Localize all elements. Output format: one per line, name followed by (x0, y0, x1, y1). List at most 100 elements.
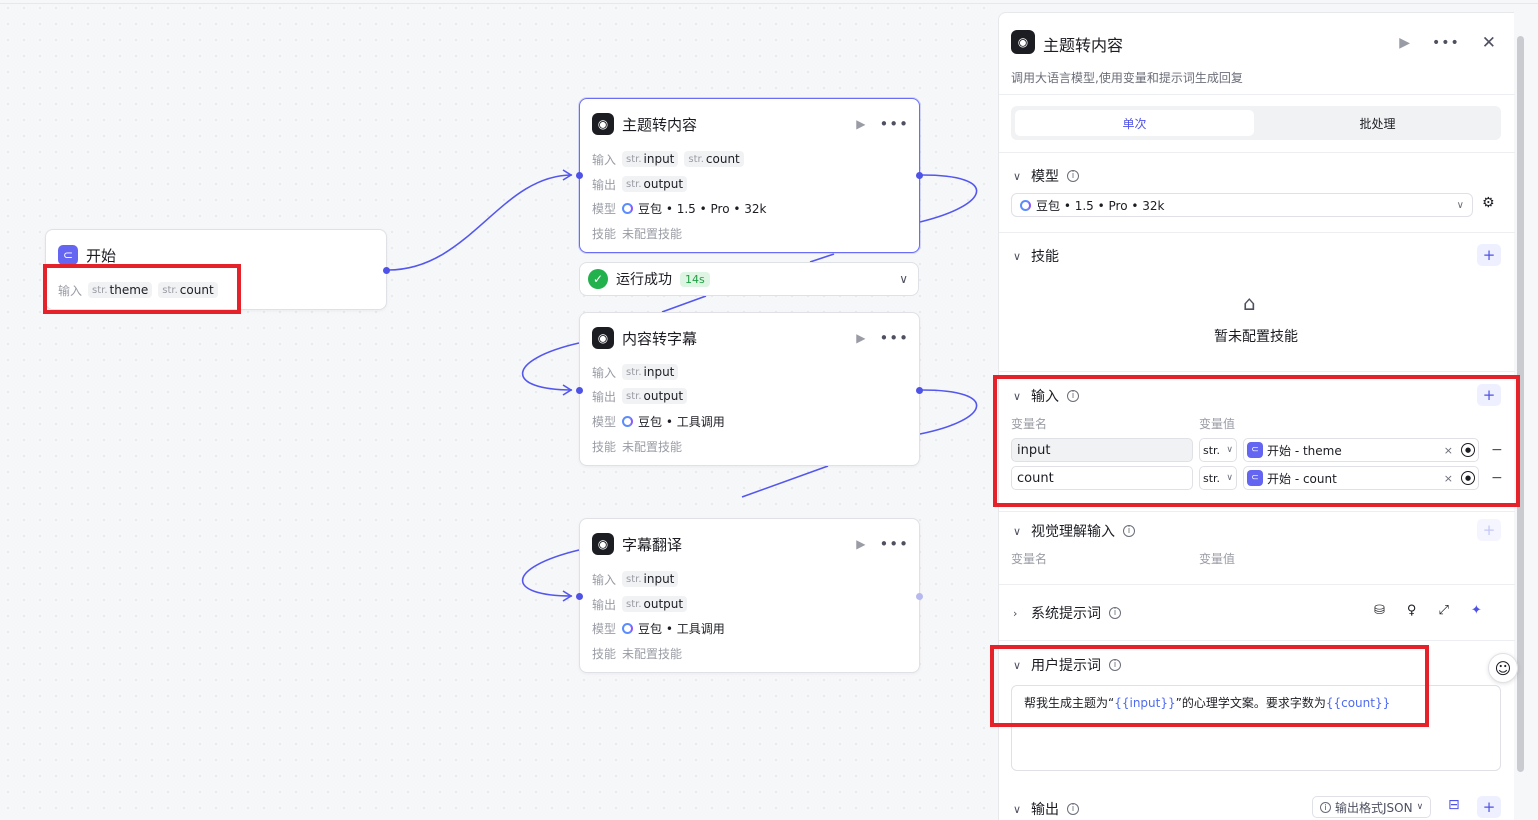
model-value: 豆包 • 工具调用 (622, 413, 725, 430)
add-skill-button[interactable]: + (1477, 244, 1501, 266)
output-section-header[interactable]: ∨ 输出 i (1013, 799, 1079, 819)
llm-icon: ◉ (592, 113, 614, 135)
run-status-bar[interactable]: ✓ 运行成功 14s ∨ (579, 262, 919, 296)
chevron-down-icon: ∨ (1013, 524, 1022, 538)
type-select[interactable]: str. ∨ (1199, 466, 1237, 490)
skill-empty-text: 暂未配置技能 (1214, 329, 1298, 345)
node-title: 内容转字幕 (622, 329, 698, 348)
panel-scrollbar[interactable] (1517, 36, 1524, 772)
run-icon[interactable]: ▶ (1399, 35, 1410, 51)
divider (999, 584, 1515, 585)
chevron-down-icon: ∨ (1013, 802, 1022, 816)
add-output-button[interactable]: + (1477, 796, 1501, 818)
model-section-header[interactable]: ∨ 模型 i (1013, 166, 1079, 186)
divider (999, 371, 1515, 372)
status-text: 运行成功 (616, 272, 672, 288)
output-label: 输出 (592, 389, 617, 404)
add-input-button[interactable]: + (1477, 384, 1501, 406)
col-var-value: 变量值 (1199, 417, 1236, 431)
system-prompt-header[interactable]: › 系统提示词 i (1013, 603, 1121, 623)
output-port[interactable] (916, 593, 923, 600)
assistant-avatar[interactable]: ☺ (1488, 653, 1518, 683)
target-icon[interactable]: ● (1461, 471, 1475, 485)
vision-section-header[interactable]: ∨ 视觉理解输入 i (1013, 521, 1135, 541)
more-icon[interactable]: ••• (879, 535, 909, 553)
output-tag: str. output (622, 388, 688, 404)
remove-row-icon[interactable]: − (1491, 470, 1503, 486)
col-var-name: 变量名 (1011, 417, 1048, 431)
start-input-tag-count: str. count (158, 282, 218, 298)
type-select[interactable]: str. ∨ (1199, 438, 1237, 462)
model-select[interactable]: 豆包 • 1.5 • Pro • 32k ∨ (1011, 193, 1473, 217)
chevron-down-icon[interactable]: ∨ (899, 272, 908, 286)
input-label: 输入 (592, 152, 617, 167)
bulb-icon[interactable]: ♀ (1407, 603, 1417, 618)
user-prompt-text: 帮我生成主题为“{{input}}”的心理学文案。要求字数为{{count}} (1024, 696, 1391, 710)
llm-node-subtitle-translate[interactable]: ◉ 字幕翻译 ▶ ••• 输入 str. input 输出 str. output … (576, 518, 923, 673)
system-prompt-title: 系统提示词 (1031, 606, 1101, 622)
empty-box-icon: ⌂ (1243, 291, 1256, 315)
output-port[interactable] (916, 387, 923, 394)
chevron-down-icon: ∨ (1456, 199, 1464, 211)
skill-value: 未配置技能 (622, 646, 683, 661)
remove-row-icon[interactable]: − (1491, 442, 1503, 458)
input-row: input str. ∨ ⊂ 开始 - theme × ● − (1011, 438, 1503, 462)
user-prompt-editor[interactable]: 帮我生成主题为“{{input}}”的心理学文案。要求字数为{{count}} (1011, 685, 1501, 771)
add-vision-input-button[interactable]: + (1477, 519, 1501, 541)
user-prompt-header[interactable]: ∨ 用户提示词 i (1013, 655, 1121, 675)
node-config-panel: ◉ 主题转内容 ▶ ••• ✕ 调用大语言模型,使用变量和提示词生成回复 单次 … (998, 12, 1515, 820)
input-port[interactable] (576, 387, 583, 394)
clear-icon[interactable]: × (1444, 444, 1453, 457)
divider (999, 232, 1515, 233)
doubao-icon (622, 202, 633, 214)
var-name-input[interactable]: count (1011, 466, 1193, 490)
tab-batch[interactable]: 批处理 (1258, 110, 1497, 136)
user-prompt-title: 用户提示词 (1031, 658, 1101, 674)
llm-icon: ◉ (1011, 30, 1035, 54)
target-icon[interactable]: ● (1461, 443, 1475, 457)
output-port[interactable] (916, 172, 923, 179)
more-icon[interactable]: ••• (879, 329, 909, 347)
chevron-down-icon: ∨ (1013, 389, 1022, 403)
divider (999, 152, 1515, 153)
model-label: 模型 (592, 621, 617, 636)
start-input-tag-theme: str. theme (88, 282, 153, 298)
run-icon[interactable]: ▶ (856, 117, 865, 131)
llm-node-theme-to-content[interactable]: ◉ 主题转内容 ▶ ••• 输入 str. input str. count 输出 … (576, 98, 923, 253)
input-section-header[interactable]: ∨ 输入 i (1013, 386, 1079, 406)
input-label: 输入 (592, 365, 617, 380)
divider (999, 94, 1515, 95)
run-icon[interactable]: ▶ (856, 331, 865, 345)
var-value-ref[interactable]: ⊂ 开始 - count × ● (1243, 466, 1479, 490)
more-icon[interactable]: ••• (879, 115, 909, 133)
start-node-title: 开始 (86, 246, 117, 265)
expand-icon[interactable]: ⤢ (1438, 603, 1448, 618)
panel-actions: ▶ ••• ✕ (1399, 33, 1496, 53)
model-section-title: 模型 (1031, 169, 1059, 185)
skill-label: 技能 (592, 226, 617, 241)
llm-node-content-to-subtitle[interactable]: ◉ 内容转字幕 ▶ ••• 输入 str. input 输出 str. output… (576, 312, 923, 466)
var-name-input[interactable]: input (1011, 438, 1193, 462)
tab-single[interactable]: 单次 (1015, 110, 1254, 136)
gear-icon[interactable]: ⚙ (1482, 195, 1495, 211)
input-port[interactable] (576, 172, 583, 179)
info-icon: i (1109, 659, 1121, 671)
node-title: 主题转内容 (622, 115, 698, 134)
clear-icon[interactable]: × (1444, 472, 1453, 485)
library-icon[interactable]: ⛁ (1374, 603, 1385, 618)
run-icon[interactable]: ▶ (856, 537, 865, 551)
ai-sparkle-icon[interactable]: ✦ (1471, 603, 1482, 618)
output-tag: str. output (622, 596, 688, 612)
skill-section-header[interactable]: ∨ 技能 (1013, 246, 1059, 266)
close-icon[interactable]: ✕ (1482, 33, 1496, 53)
info-icon: i (1067, 170, 1079, 182)
start-output-port[interactable] (383, 267, 390, 274)
col-var-value: 变量值 (1199, 552, 1236, 566)
more-icon[interactable]: ••• (1432, 35, 1460, 51)
output-format-select[interactable]: i 输出格式JSON ∨ (1312, 796, 1432, 818)
output-json-icon[interactable]: ⊟ (1448, 797, 1460, 813)
input-port[interactable] (576, 593, 583, 600)
var-value-ref[interactable]: ⊂ 开始 - theme × ● (1243, 438, 1479, 462)
skill-section-title: 技能 (1031, 249, 1059, 265)
start-node[interactable]: ⊂ 开始 输入 str. theme str. count (45, 229, 390, 310)
